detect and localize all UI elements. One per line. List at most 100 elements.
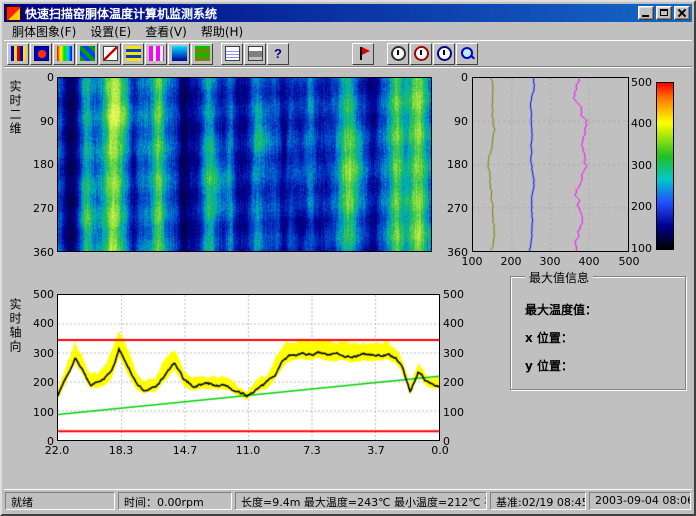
status-ready: 就绪 (5, 492, 115, 510)
title-bar: 快速扫描窑胴体温度计算机监测系统 (4, 4, 692, 22)
curve-button[interactable] (99, 43, 121, 65)
axial-xtick: 7.3 (295, 444, 329, 457)
bands-button[interactable] (122, 43, 144, 65)
profile-ytick: 90 (442, 115, 468, 128)
axial-ytick-right: 300 (443, 347, 469, 360)
profile-xtick: 200 (494, 255, 528, 268)
colorbar-label: 500 (626, 76, 652, 89)
max-temp-label: 最大温度值： (525, 301, 597, 318)
map2d-ytick: 90 (28, 115, 54, 128)
window-title: 快速扫描窑胴体温度计算机监测系统 (25, 5, 638, 22)
scan-2d-icon (11, 46, 26, 61)
help-icon: ? (271, 46, 286, 61)
x-position-label: x 位置： (525, 329, 573, 346)
axial-ytick-left: 400 (28, 317, 54, 330)
timer-icon (437, 46, 452, 61)
toolbar: ? (4, 40, 692, 67)
axial-ytick-left: 500 (28, 288, 54, 301)
map2d-ytick: 360 (28, 246, 54, 259)
region-button[interactable] (30, 43, 52, 65)
clock-icon (391, 46, 406, 61)
app-icon (6, 6, 21, 21)
map2d-ytick: 180 (28, 158, 54, 171)
status-bar: 就绪 时间：0.00rpm 长度=9.4m 最大温度=243℃ 最小温度=212… (4, 489, 692, 512)
axial-xtick: 18.3 (104, 444, 138, 457)
stopwatch-icon (414, 46, 429, 61)
axial-xtick: 3.7 (359, 444, 393, 457)
axial-ytick-left: 100 (28, 406, 54, 419)
thermal-map-chart (57, 77, 432, 252)
palette-button[interactable] (53, 43, 75, 65)
wave-icon (149, 46, 164, 61)
app-window: 快速扫描窑胴体温度计算机监测系统 胴体图象(F) 设置(E) 查看(V) 帮助(… (0, 0, 696, 516)
clock-button[interactable] (387, 43, 409, 65)
timer-button[interactable] (433, 43, 455, 65)
axial-chart (57, 294, 440, 441)
stopwatch-button[interactable] (410, 43, 432, 65)
region-icon (34, 46, 49, 61)
axial-icon (195, 46, 210, 61)
profile-xtick: 400 (572, 255, 606, 268)
axial-xtick: 0.0 (423, 444, 457, 457)
profile-canvas (473, 78, 628, 251)
preview-button[interactable] (221, 43, 243, 65)
map2d-ytick: 270 (28, 202, 54, 215)
axial-canvas (58, 295, 439, 440)
preview-icon (225, 46, 240, 61)
thermal-map-canvas (58, 78, 431, 251)
grid-map-icon (80, 46, 95, 61)
colorbar-label: 100 (626, 242, 652, 255)
axial-xtick: 14.7 (168, 444, 202, 457)
axial-xtick: 11.0 (231, 444, 265, 457)
close-button[interactable] (674, 6, 690, 20)
profile-xtick: 300 (533, 255, 567, 268)
profile-ytick: 0 (442, 71, 468, 84)
axial-ytick-left: 200 (28, 376, 54, 389)
axial-axis-label: 实时轴向 (7, 298, 24, 354)
profile-xtick: 100 (455, 255, 489, 268)
scan-2d-button[interactable] (7, 43, 29, 65)
print-button[interactable] (244, 43, 266, 65)
axial-xtick: 22.0 (40, 444, 74, 457)
menu-view[interactable]: 查看(V) (138, 22, 194, 41)
status-time: 时间：0.00rpm (118, 492, 232, 510)
maximize-button[interactable] (656, 6, 672, 20)
zoom-icon (460, 46, 475, 61)
status-baseline: 基准:02/19 08:45 (490, 492, 586, 510)
menu-body-image[interactable]: 胴体图象(F) (5, 22, 83, 41)
gradient-button[interactable] (168, 43, 190, 65)
axial-ytick-right: 400 (443, 317, 469, 330)
curve-icon (103, 46, 118, 61)
print-icon (248, 46, 263, 61)
temperature-colorbar (656, 82, 674, 250)
axial-ytick-right: 200 (443, 376, 469, 389)
axial-ytick-right: 100 (443, 406, 469, 419)
gradient-icon (172, 46, 187, 61)
status-datetime: 2003-09-04 08:06:33 (589, 492, 691, 510)
max-info-panel: 最大值信息 最大温度值： x 位置： y 位置： (510, 276, 686, 390)
axial-ytick-right: 500 (443, 288, 469, 301)
bands-icon (126, 46, 141, 61)
map2d-ytick: 0 (28, 71, 54, 84)
alarm-flag-icon (356, 46, 371, 61)
profile-ytick: 180 (442, 158, 468, 171)
zoom-button[interactable] (456, 43, 478, 65)
colorbar-label: 400 (626, 117, 652, 130)
profile-ytick: 270 (442, 202, 468, 215)
grid-map-button[interactable] (76, 43, 98, 65)
menu-help[interactable]: 帮助(H) (194, 22, 250, 41)
max-info-title: 最大值信息 (525, 269, 593, 286)
colorbar-label: 300 (626, 159, 652, 172)
menu-settings[interactable]: 设置(E) (83, 22, 138, 41)
profile-chart (472, 77, 629, 252)
minimize-button[interactable] (638, 6, 654, 20)
alarm-flag-button[interactable] (352, 43, 374, 65)
colorbar-label: 200 (626, 200, 652, 213)
wave-button[interactable] (145, 43, 167, 65)
menu-bar: 胴体图象(F) 设置(E) 查看(V) 帮助(H) (4, 22, 692, 40)
status-metrics: 长度=9.4m 最大温度=243℃ 最小温度=212℃ 平均温度=226℃ (235, 492, 487, 510)
map2d-axis-label: 实时二维 (7, 80, 24, 136)
axial-button[interactable] (191, 43, 213, 65)
profile-xtick: 500 (612, 255, 646, 268)
help-button[interactable]: ? (267, 43, 289, 65)
